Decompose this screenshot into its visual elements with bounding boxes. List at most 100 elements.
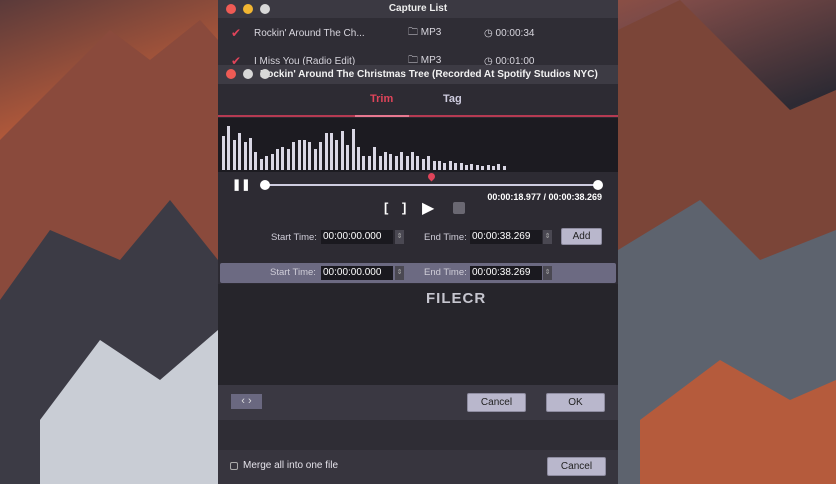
waveform-bar [378, 156, 382, 170]
waveform-bar [286, 149, 290, 170]
maximize-button[interactable] [260, 4, 270, 14]
waveform-bar [232, 140, 236, 170]
start-time-input[interactable]: 00:00:00.000 [321, 230, 393, 244]
segment-start-label: Start Time: [270, 267, 316, 278]
pause-icon[interactable]: ❚❚ [232, 178, 250, 191]
minimize-button[interactable] [243, 69, 253, 79]
segment-end-input[interactable]: 00:00:38.269 [470, 266, 542, 280]
waveform-bar [459, 163, 463, 170]
clock-icon: ◷ [484, 27, 496, 39]
waveform-bar [389, 153, 393, 170]
waveform-bar [308, 142, 312, 170]
cancel-button[interactable]: Cancel [547, 457, 606, 476]
window-title: Capture List [388, 3, 448, 14]
waveform-bar [448, 160, 452, 170]
waveform-bar [454, 163, 458, 170]
segment-end-label: End Time: [424, 267, 467, 278]
waveform-bar [481, 166, 485, 170]
ok-button[interactable]: OK [546, 393, 605, 412]
slider-start-handle[interactable] [260, 180, 270, 190]
waveform-bar [465, 165, 468, 170]
folder-icon: 🗀 [408, 54, 421, 66]
waveform-bar [411, 151, 414, 170]
merge-checkbox[interactable] [230, 462, 238, 470]
waveform[interactable] [218, 118, 618, 172]
trim-titlebar: Rockin' Around The Christmas Tree (Recor… [218, 65, 618, 84]
waveform-bar [254, 151, 258, 170]
playhead-marker[interactable] [426, 171, 437, 182]
waveform-bar [443, 163, 447, 170]
waveform-bar [346, 144, 350, 170]
waveform-bar [367, 156, 371, 170]
window-title: Rockin' Around The Christmas Tree (Recor… [260, 69, 598, 80]
waveform-bar [227, 126, 231, 170]
waveform-bar [400, 151, 404, 170]
add-button[interactable]: Add [561, 228, 602, 245]
close-button[interactable] [226, 69, 236, 79]
segment-list-area: FILECR [218, 284, 618, 385]
waveform-bar [486, 165, 490, 170]
segment-end-stepper[interactable]: ⇕ [543, 266, 552, 280]
slider-end-handle[interactable] [593, 180, 603, 190]
waveform-bar [324, 133, 328, 170]
cancel-button[interactable]: Cancel [467, 393, 526, 412]
tab-tag[interactable]: Tag [443, 93, 462, 105]
waveform-bar [276, 149, 279, 170]
capture-list-titlebar: Capture List [218, 0, 618, 18]
stop-icon[interactable] [453, 202, 465, 214]
end-time-stepper[interactable]: ⇕ [543, 230, 552, 244]
waveform-bar [222, 135, 225, 170]
set-end-bracket-icon[interactable]: ] [402, 200, 406, 215]
prev-next-nav[interactable]: ‹ › [231, 394, 262, 409]
waveform-bar [292, 142, 296, 170]
waveform-bar [265, 156, 269, 170]
start-time-stepper[interactable]: ⇕ [395, 230, 404, 244]
folder-icon: 🗀 [408, 26, 421, 38]
merge-label: Merge all into one file [243, 460, 339, 471]
segment-row[interactable]: Start Time: 00:00:00.000 ⇕ End Time: 00:… [220, 263, 616, 283]
time-readout: 00:00:18.977 / 00:00:38.269 [487, 192, 602, 202]
waveform-bar [475, 165, 479, 170]
format: 🗀 MP3 [408, 26, 442, 38]
segment-start-stepper[interactable]: ⇕ [395, 266, 404, 280]
waveform-bar [313, 149, 317, 170]
close-button[interactable] [226, 4, 236, 14]
tab-bar: Trim Tag [218, 84, 618, 117]
start-time-label: Start Time: [271, 232, 317, 243]
set-start-bracket-icon[interactable]: [ [384, 200, 388, 215]
checkmark-icon[interactable]: ✔ [218, 26, 254, 40]
waveform-bar [432, 160, 436, 170]
waveform-bar [416, 156, 420, 170]
waveform-bar [384, 151, 387, 170]
waveform-bar [373, 147, 377, 170]
track-name: Rockin' Around The Ch... [254, 27, 365, 39]
segment-start-input[interactable]: 00:00:00.000 [321, 266, 393, 280]
maximize-button[interactable] [260, 69, 270, 79]
waveform-bar [470, 164, 474, 170]
progress-slider[interactable] [264, 184, 598, 186]
waveform-bar [297, 140, 301, 170]
waveform-bar [492, 166, 495, 170]
watermark-logo: FILECR [426, 290, 487, 307]
waveform-bar [243, 142, 247, 170]
waveform-bar [421, 158, 425, 170]
end-time-label: End Time: [424, 232, 467, 243]
play-segment-icon[interactable]: ▶ [422, 198, 434, 218]
waveform-bar [427, 156, 431, 170]
capture-list-footer: Merge all into one file Cancel [218, 450, 618, 484]
waveform-bar [259, 158, 263, 170]
waveform-bar [502, 166, 506, 170]
list-item[interactable]: ✔ Rockin' Around The Ch... 🗀 MP3 ◷ 00:00… [218, 19, 618, 47]
waveform-bar [340, 130, 344, 170]
minimize-button[interactable] [243, 4, 253, 14]
waveform-bar [270, 153, 274, 170]
duration: ◷ 00:00:34 [484, 27, 535, 39]
waveform-bar [249, 137, 252, 170]
waveform-bar [394, 156, 398, 170]
waveform-bar [362, 156, 366, 170]
waveform-bar [351, 128, 355, 170]
end-time-input[interactable]: 00:00:38.269 [470, 230, 542, 244]
waveform-bar [357, 147, 360, 170]
tab-trim[interactable]: Trim [370, 93, 393, 105]
waveform-bar [281, 147, 285, 170]
